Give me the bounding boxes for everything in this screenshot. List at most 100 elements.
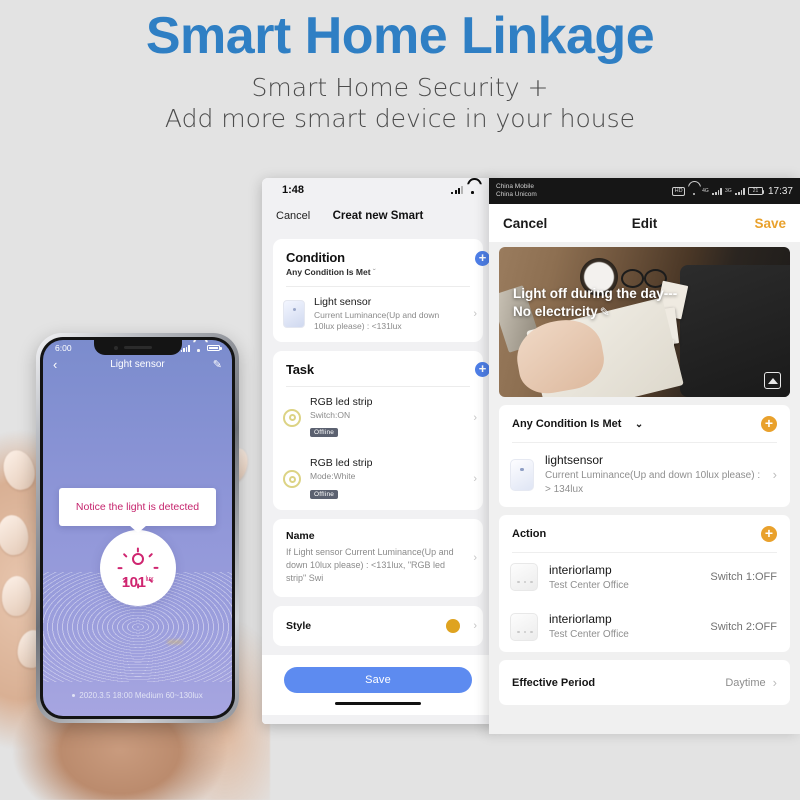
scene-caption-line-1: Light off during the day--- <box>513 286 678 301</box>
add-condition-button[interactable]: + <box>761 416 778 432</box>
right-action-heading: Action <box>512 527 547 540</box>
style-card[interactable]: Style › <box>273 606 483 647</box>
subtitle-line-2: Add more smart device in your house <box>164 104 636 134</box>
phone-bezel: 6:00 ‹ Light sensor ✎ Notice the light i… <box>40 337 235 719</box>
wifi-icon <box>193 344 204 352</box>
pencil-icon[interactable]: ✎ <box>600 305 610 321</box>
add-action-button[interactable]: + <box>761 525 777 542</box>
wifi-icon <box>688 187 699 195</box>
light-sensor-device-icon <box>283 300 305 329</box>
right-action-header: Action + <box>499 515 790 552</box>
chevron-right-icon: › <box>473 308 477 321</box>
right-condition-heading: Any Condition Is Met <box>512 418 622 430</box>
led-strip-icon <box>283 470 301 489</box>
mid-nav-bar: Cancel Creat new Smart <box>262 202 494 230</box>
right-condition-device-name: lightsensor <box>545 453 604 467</box>
right-action-row[interactable]: interiorlamp Test Center Office Switch 1… <box>499 553 790 603</box>
task-row[interactable]: RGB led strip Switch:ON Offline › <box>273 387 483 448</box>
page-title: Smart Home Linkage <box>145 7 655 65</box>
android-status-bar: China Mobile China Unicom HD 4G 3G 21 17… <box>489 178 800 204</box>
image-placeholder-icon[interactable] <box>764 372 781 389</box>
right-condition-header: Any Condition Is Met ⌄ + <box>499 405 790 442</box>
right-action-device-name: interiorlamp <box>549 612 612 627</box>
effective-period-value: Daytime <box>725 676 766 689</box>
save-button[interactable]: Save <box>754 216 786 231</box>
light-sensor-device-icon <box>510 458 534 491</box>
left-nav-bar: ‹ Light sensor ✎ <box>43 358 232 371</box>
right-action-row[interactable]: interiorlamp Test Center Office Switch 2… <box>499 602 790 652</box>
add-task-button[interactable]: + <box>475 361 490 377</box>
scene-cover-image[interactable]: Light off during the day--- No electrici… <box>499 247 790 397</box>
mid-nav-title: Creat new Smart <box>332 210 424 222</box>
light-sensor-screen: 6:00 ‹ Light sensor ✎ Notice the light i… <box>43 340 232 716</box>
effective-period-row[interactable]: Effective Period Daytime › <box>499 660 790 705</box>
carrier-labels: China Mobile China Unicom <box>496 183 537 199</box>
page-subtitle: Smart Home Security + Add more smart dev… <box>0 72 800 135</box>
fingernail <box>0 446 39 494</box>
status-badge: Offline <box>310 428 339 438</box>
glasses-decoration <box>621 269 667 288</box>
chevron-right-icon: › <box>473 473 477 486</box>
mid-status-bar: 1:48 <box>262 178 494 202</box>
fingernail <box>0 513 31 557</box>
task-row[interactable]: RGB led strip Mode:White Offline › <box>273 448 483 509</box>
right-action-card: Action + interiorlamp Test Center Office… <box>499 514 790 653</box>
carrier-line-2: China Unicom <box>496 191 537 198</box>
lux-reading-circle: 101lux <box>99 530 176 606</box>
chevron-right-icon: › <box>772 467 777 483</box>
condition-device-desc: Current Luminance(Up and down 10lux plea… <box>314 310 440 332</box>
subtitle-line-1: Smart Home Security + <box>251 73 549 102</box>
status-badge: Offline <box>310 489 339 499</box>
task-header: Task + <box>273 351 490 386</box>
right-phone-screen: China Mobile China Unicom HD 4G 3G 21 17… <box>489 178 800 734</box>
name-value: If Light sensor Current Luminance(Up and… <box>286 546 454 583</box>
chevron-down-icon[interactable]: ⌄ <box>635 419 643 430</box>
android-status-icons: HD 4G 3G 21 17:37 <box>672 186 793 197</box>
effective-period-heading: Effective Period <box>512 676 596 689</box>
android-nav-bar: Cancel Edit Save <box>489 204 800 242</box>
left-footer-log: 2020.3.5 18:00 Medium 60~130lux <box>43 691 232 700</box>
right-condition-text: lightsensor Current Luminance(Up and dow… <box>545 453 767 497</box>
name-card[interactable]: Name If Light sensor Current Luminance(U… <box>273 518 483 598</box>
pencil-icon[interactable]: ✎ <box>213 358 222 371</box>
right-condition-card: Any Condition Is Met ⌄ + lightsensor Cur… <box>499 405 790 507</box>
network-type-1: 4G <box>702 188 709 194</box>
right-action-value: Switch 1:OFF <box>710 571 777 584</box>
scene-caption: Light off during the day--- No electrici… <box>513 285 723 321</box>
chevron-right-icon: › <box>473 551 477 564</box>
chevron-down-icon: ˇ <box>372 267 376 277</box>
condition-row[interactable]: Light sensor Current Luminance(Up and do… <box>273 287 483 342</box>
back-icon[interactable]: ‹ <box>53 358 57 371</box>
mid-status-time: 1:48 <box>282 184 305 196</box>
carrier-line-1: China Mobile <box>496 182 534 190</box>
bullet-dot-icon <box>72 694 76 698</box>
style-heading: Style <box>286 620 312 633</box>
right-condition-row[interactable]: lightsensor Current Luminance(Up and dow… <box>499 443 790 507</box>
task-heading: Task <box>286 361 314 377</box>
save-bar: Save <box>262 655 494 716</box>
condition-subheading: Any Condition Is Met <box>286 267 371 277</box>
battery-icon: 21 <box>747 187 765 195</box>
style-color-swatch[interactable] <box>446 619 460 634</box>
left-phone-device: 6:00 ‹ Light sensor ✎ Notice the light i… <box>36 333 239 723</box>
cellular-signal-icon <box>180 345 190 352</box>
right-action-device-name: interiorlamp <box>549 562 612 577</box>
status-icons <box>180 344 222 352</box>
right-action-device-location: Test Center Office <box>549 629 629 641</box>
earpiece-speaker <box>123 346 152 349</box>
condition-row-text: Light sensor Current Luminance(Up and do… <box>314 296 470 333</box>
chevron-right-icon: › <box>772 675 777 691</box>
save-button[interactable]: Save <box>284 667 472 694</box>
promo-header: Smart Home Linkage Smart Home Security +… <box>0 0 800 150</box>
notch <box>93 340 182 355</box>
condition-card: Condition Any Condition Is Met ˇ + Light… <box>273 239 490 342</box>
condition-device-name: Light sensor <box>314 296 372 308</box>
right-condition-device-desc: Current Luminance(Up and down 10lux plea… <box>545 470 761 495</box>
condition-subheading-row[interactable]: Any Condition Is Met ˇ <box>286 267 470 277</box>
battery-icon <box>207 344 222 352</box>
wifi-icon <box>467 186 478 194</box>
effective-period-card[interactable]: Effective Period Daytime › <box>499 660 790 706</box>
add-condition-button[interactable]: + <box>475 251 490 266</box>
screen-smudge <box>167 640 183 644</box>
front-camera-icon <box>113 346 118 350</box>
